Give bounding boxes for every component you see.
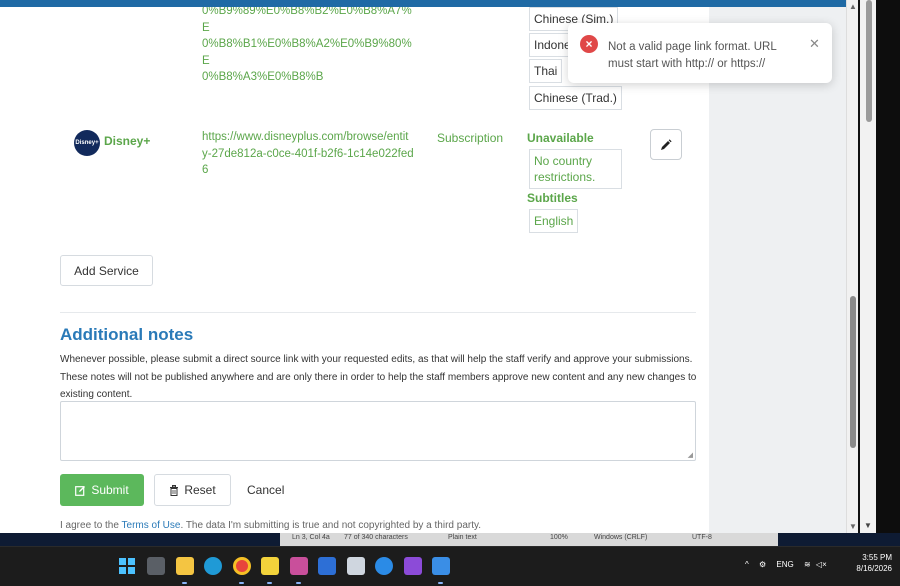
prev-url-line: 0%B8%A3%E0%B8%B <box>202 71 324 83</box>
windows-start-icon[interactable] <box>118 557 136 575</box>
clock-date: 8/16/2026 <box>856 564 892 573</box>
screen: 0%B9%89%E0%B8%B2%E0%B8%A7%E 0%B8%B1%E0%B… <box>0 0 900 586</box>
running-indicator <box>438 582 443 584</box>
status-item: 100% <box>550 534 568 541</box>
sticky-notes-icon[interactable] <box>261 557 279 575</box>
language-tag: Thai <box>529 59 563 83</box>
running-indicator <box>239 582 244 584</box>
prev-url-line: 0%B8%B1%E0%B8%A2%E0%B9%80%E <box>202 38 412 67</box>
app-icon[interactable] <box>318 557 336 575</box>
agreement-text: I agree to the Terms of Use. The data I'… <box>60 520 481 531</box>
edge-browser-icon[interactable] <box>204 557 222 575</box>
prev-url-line: 0%B9%89%E0%B8%B2%E0%B8%A7%E <box>202 5 412 34</box>
file-explorer-icon[interactable] <box>176 557 194 575</box>
reset-label: Reset <box>184 483 216 497</box>
volume-icon[interactable]: ◁× <box>816 560 827 569</box>
agreement-before: I agree to the <box>60 520 122 531</box>
notes-title: Additional notes <box>60 325 194 344</box>
status-item: UTF-8 <box>692 534 712 541</box>
vpn-app-icon[interactable] <box>404 557 422 575</box>
service-name[interactable]: Disney+ <box>104 134 150 148</box>
desktop-background <box>778 533 900 546</box>
error-x-icon: × <box>580 35 598 53</box>
wifi-icon[interactable]: ≋ <box>804 560 811 569</box>
reset-button[interactable]: Reset <box>154 474 231 506</box>
edit-service-button[interactable] <box>650 129 682 160</box>
clock[interactable]: 3:55 PM 8/16/2026 <box>850 552 892 574</box>
service-type: Subscription <box>437 131 504 145</box>
right-gutter <box>709 7 846 533</box>
availability-value: No country restrictions. <box>529 149 622 189</box>
notepad-status-bar: Ln 3, Col 4a 77 of 340 characters Plain … <box>280 533 778 546</box>
notes-description: Whenever possible, please submit a direc… <box>60 354 697 400</box>
scrollbar-thumb[interactable] <box>850 296 856 448</box>
running-indicator <box>182 582 187 584</box>
top-header-stripe <box>0 0 846 7</box>
terms-of-use-link[interactable]: Terms of Use <box>122 520 181 531</box>
scroll-down-icon[interactable]: ▼ <box>849 522 857 531</box>
pencil-icon <box>661 138 672 150</box>
system-tray: ^ ⚙ ENG ≋ ◁× <box>745 560 827 569</box>
background-window-edge: ▼ <box>858 0 900 533</box>
page-scrollbar[interactable]: ▲ ▼ <box>846 0 858 533</box>
notes-textarea[interactable]: ◢ <box>60 401 696 461</box>
error-toast: × Not a valid page link format. URL must… <box>568 23 832 83</box>
browser-page: 0%B9%89%E0%B8%B2%E0%B8%A7%E 0%B8%B1%E0%B… <box>0 0 846 533</box>
running-indicator <box>267 582 272 584</box>
desktop-background <box>0 533 280 546</box>
status-item: 77 of 340 characters <box>344 534 408 541</box>
close-icon[interactable]: ✕ <box>809 36 820 52</box>
language-indicator[interactable]: ENG <box>776 560 793 569</box>
notepad-icon[interactable] <box>432 557 450 575</box>
disney-plus-logo: Disney+ <box>74 130 100 156</box>
section-divider <box>60 312 696 313</box>
submit-label: Submit <box>91 483 129 497</box>
subtitles-heading: Subtitles <box>527 191 578 205</box>
scroll-up-icon[interactable]: ▲ <box>849 2 857 11</box>
add-service-button[interactable]: Add Service <box>60 255 153 286</box>
subtitle-tag: English <box>529 209 579 233</box>
settings-tray-icon[interactable]: ⚙ <box>759 560 766 569</box>
scroll-down-icon[interactable]: ▼ <box>864 521 872 530</box>
agreement-after: . The data I'm submitting is true and no… <box>180 520 482 531</box>
availability-heading: Unavailable <box>527 131 594 145</box>
outer-scrollbar-thumb[interactable] <box>866 0 872 122</box>
status-item: Ln 3, Col 4a <box>292 534 330 541</box>
taskbar: ^ ⚙ ENG ≋ ◁× 3:55 PM 8/16/2026 <box>0 546 900 586</box>
monitor-app-icon[interactable] <box>347 557 365 575</box>
toast-message: Not a valid page link format. URL must s… <box>608 41 777 70</box>
resize-grip-icon[interactable]: ◢ <box>688 451 693 459</box>
service-url-link[interactable]: https://www.disneyplus.com/browse/entity… <box>202 129 414 179</box>
status-item: Windows (CRLF) <box>594 534 648 541</box>
trash-icon <box>170 484 179 496</box>
desktop-edge <box>876 0 900 533</box>
submit-button[interactable]: Submit <box>60 474 144 506</box>
snipping-tool-icon[interactable] <box>290 557 308 575</box>
task-view-icon[interactable] <box>147 557 165 575</box>
edit-square-icon <box>75 485 86 496</box>
sync-app-icon[interactable] <box>375 557 393 575</box>
language-tag: Chinese (Trad.) <box>529 86 622 110</box>
status-item: Plain text <box>448 534 477 541</box>
clock-time: 3:55 PM <box>862 553 892 562</box>
running-indicator <box>296 582 301 584</box>
cancel-link[interactable]: Cancel <box>247 483 284 497</box>
prev-service-url[interactable]: 0%B9%89%E0%B8%B2%E0%B8%A7%E 0%B8%B1%E0%B… <box>202 3 414 86</box>
chevron-up-icon[interactable]: ^ <box>745 560 749 569</box>
chrome-browser-icon[interactable] <box>233 557 251 575</box>
